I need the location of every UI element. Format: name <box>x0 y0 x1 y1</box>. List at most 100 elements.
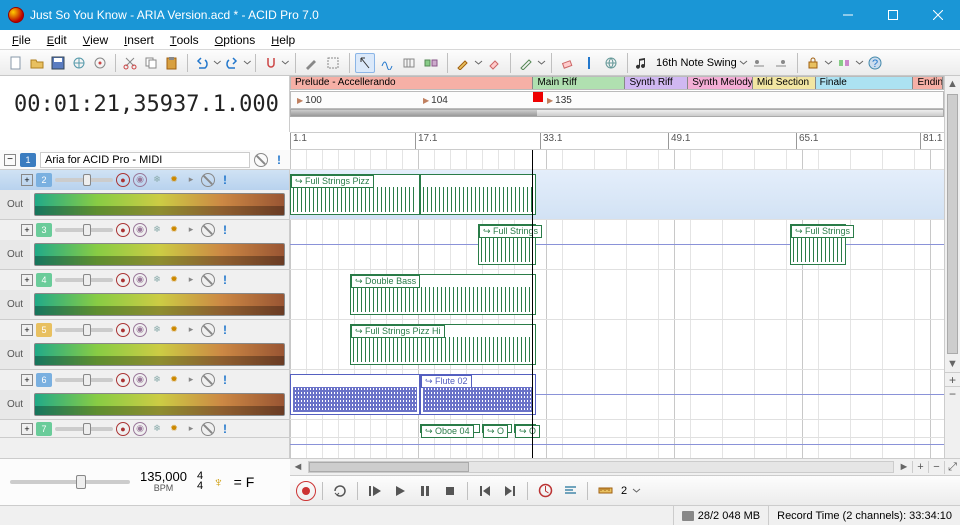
scroll-right[interactable]: ► <box>896 461 912 473</box>
ruler-icon[interactable] <box>594 480 616 502</box>
clip[interactable]: ↪ Full Strings Pizz <box>290 174 420 215</box>
lane-1[interactable]: ↪ Full Strings↪ Full Strings <box>290 220 944 270</box>
freeze-icon[interactable]: ❄ <box>150 323 164 337</box>
alert-icon[interactable]: ! <box>218 373 232 387</box>
regions-bar[interactable]: Prelude - AccellerandoMain RiffSynth Rif… <box>290 76 944 90</box>
track-header-7[interactable]: + 7 ● ◉ ❄ ✹ ▸ ! <box>0 420 289 438</box>
pencil-dropdown[interactable] <box>537 60 546 66</box>
time-signature[interactable]: 44 <box>197 472 203 492</box>
freeze-icon[interactable]: ❄ <box>150 422 164 436</box>
fx-icon[interactable]: ✹ <box>167 273 181 287</box>
solo-icon[interactable]: ▸ <box>184 173 198 187</box>
clip[interactable] <box>420 174 536 215</box>
freeze-icon[interactable]: ❄ <box>150 273 164 287</box>
save-button[interactable] <box>48 53 67 73</box>
volume-slider[interactable] <box>55 278 113 282</box>
scroll-thumb-h[interactable] <box>309 462 469 472</box>
zoom-v-in[interactable]: + <box>945 372 960 386</box>
redo-button[interactable] <box>223 53 242 73</box>
paint-dropdown[interactable] <box>474 60 483 66</box>
track-expand[interactable]: + <box>21 174 33 186</box>
menu-options[interactable]: Options <box>207 31 264 49</box>
scroll-up[interactable]: ▲ <box>945 76 960 92</box>
clip[interactable] <box>290 374 420 415</box>
alert-icon[interactable]: ! <box>218 422 232 436</box>
track-expand[interactable]: + <box>21 374 33 386</box>
arm-record-icon[interactable]: ● <box>116 422 130 436</box>
region-0[interactable]: Prelude - Accellerando <box>291 77 533 89</box>
tool-select[interactable] <box>323 53 343 73</box>
no-icon[interactable] <box>201 422 215 436</box>
tempo-slider[interactable] <box>10 480 130 484</box>
lane-2[interactable]: ↪ Double Bass <box>290 270 944 320</box>
timeline-ruler[interactable]: 1.117.133.149.165.181.1 <box>290 132 944 150</box>
clip[interactable]: ↪ Double Bass <box>350 274 536 315</box>
record-button[interactable] <box>296 481 316 501</box>
minimize-button[interactable] <box>825 0 870 30</box>
arm-record-icon[interactable]: ● <box>116 373 130 387</box>
no-icon[interactable] <box>201 373 215 387</box>
track-expand[interactable]: + <box>21 274 33 286</box>
pause-button[interactable] <box>414 480 436 502</box>
solo-icon[interactable]: ▸ <box>184 223 198 237</box>
swing-dropdown[interactable] <box>739 60 748 66</box>
fx-icon[interactable]: ✹ <box>167 173 181 187</box>
menu-insert[interactable]: Insert <box>116 31 162 49</box>
vertical-scrollbar[interactable]: ▲ ▼ + − <box>944 76 960 458</box>
alert-icon[interactable]: ! <box>218 323 232 337</box>
region-2[interactable]: Synth Riff <box>625 77 688 89</box>
volume-slider[interactable] <box>55 427 113 431</box>
tuning-fork-icon[interactable]: ♆ <box>213 474 224 490</box>
track-expand[interactable]: + <box>21 423 33 435</box>
mute-icon[interactable]: ◉ <box>133 273 147 287</box>
freeze-icon[interactable]: ❄ <box>150 373 164 387</box>
split-tool[interactable] <box>579 53 599 73</box>
zoom-fit[interactable]: ⤢ <box>944 461 960 474</box>
clip[interactable]: ↪ O <box>482 424 512 433</box>
lock-btn[interactable] <box>803 53 823 73</box>
region-3[interactable]: Synth Melody <box>688 77 753 89</box>
publish-button[interactable] <box>69 53 88 73</box>
tempo-bar[interactable]: 100104135 <box>290 91 944 109</box>
freeze-icon[interactable]: ❄ <box>150 173 164 187</box>
region-5[interactable]: Finale <box>816 77 914 89</box>
undo-dropdown[interactable] <box>213 60 222 66</box>
scroll-left[interactable]: ◄ <box>290 461 306 473</box>
mute-icon[interactable]: ◉ <box>133 422 147 436</box>
punch-button[interactable] <box>559 480 581 502</box>
fx-icon[interactable]: ✹ <box>167 373 181 387</box>
track-header-5[interactable]: + 5 ● ◉ ❄ ✹ ▸ ! Out <box>0 320 289 370</box>
tool-draw[interactable] <box>301 53 321 73</box>
no-icon[interactable] <box>201 223 215 237</box>
solo-icon[interactable]: ▸ <box>184 422 198 436</box>
zoom-v-out[interactable]: − <box>945 386 960 400</box>
properties-button[interactable] <box>91 53 110 73</box>
bpm-value[interactable]: 135,000 <box>140 470 187 484</box>
solo-icon[interactable]: ▸ <box>184 373 198 387</box>
help-button[interactable]: ? <box>865 53 885 73</box>
freeze-icon[interactable]: ❄ <box>150 223 164 237</box>
bus-name[interactable]: Aria for ACID Pro - MIDI <box>40 152 250 168</box>
scroll-down[interactable]: ▼ <box>945 356 960 372</box>
copy-button[interactable] <box>142 53 161 73</box>
region-1[interactable]: Main Riff <box>533 77 625 89</box>
tool-edit[interactable] <box>355 53 375 73</box>
track-expand[interactable]: + <box>21 224 33 236</box>
alert-icon[interactable]: ! <box>218 223 232 237</box>
stop-button[interactable] <box>439 480 461 502</box>
menu-file[interactable]: File <box>4 31 39 49</box>
clip[interactable]: ↪ Oboe 04 <box>420 424 480 433</box>
metronome-button[interactable] <box>534 480 556 502</box>
alert-icon[interactable]: ! <box>218 173 232 187</box>
alert-icon[interactable]: ! <box>272 153 286 167</box>
clip[interactable]: ↪ Flute 02 <box>420 374 536 415</box>
no-icon[interactable] <box>201 323 215 337</box>
zoom-h-out[interactable]: − <box>928 461 944 473</box>
tempo-marker-0[interactable]: 100 <box>293 92 322 108</box>
paste-button[interactable] <box>163 53 182 73</box>
scroll-thumb[interactable] <box>947 94 958 354</box>
count-value[interactable]: 2 <box>619 480 629 502</box>
mute-icon[interactable]: ◉ <box>133 373 147 387</box>
pencil-tool[interactable] <box>516 53 536 73</box>
playhead[interactable] <box>532 150 533 458</box>
